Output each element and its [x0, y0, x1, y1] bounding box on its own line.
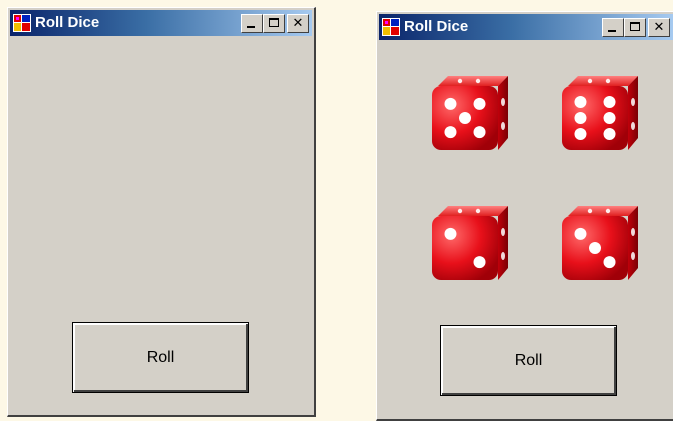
- die-image: [562, 206, 638, 280]
- roll-button[interactable]: Roll: [72, 322, 249, 393]
- die-pip: [603, 256, 616, 269]
- die-pip: [473, 126, 486, 139]
- window-title: Roll Dice: [35, 14, 100, 31]
- die-pip: [603, 96, 616, 108]
- title-bar[interactable]: Roll Dice ✕: [379, 14, 673, 40]
- minimize-icon: [247, 26, 255, 28]
- die-image: [432, 206, 508, 280]
- die-pip: [473, 256, 486, 269]
- die-pip: [574, 227, 587, 240]
- window-title: Roll Dice: [404, 18, 469, 35]
- close-icon: ✕: [653, 20, 665, 35]
- app-window-icon: [382, 18, 400, 36]
- roll-dice-window-rolled: Roll Dice ✕ Roll: [376, 11, 673, 421]
- maximize-icon: [269, 18, 279, 27]
- die-pip: [444, 227, 457, 240]
- die-pip: [459, 112, 471, 124]
- minimize-button[interactable]: [602, 18, 624, 37]
- close-icon: ✕: [292, 16, 304, 31]
- die-pip: [473, 97, 486, 110]
- die-pip: [444, 97, 457, 110]
- title-bar[interactable]: Roll Dice ✕: [10, 10, 312, 36]
- die-pip: [589, 242, 601, 254]
- die-pip: [574, 112, 587, 124]
- die-pip: [603, 128, 616, 140]
- roll-dice-window-empty: Roll Dice ✕ Roll: [7, 7, 316, 417]
- die-image: [432, 76, 508, 150]
- minimize-icon: [608, 30, 616, 32]
- maximize-button[interactable]: [624, 18, 646, 37]
- app-window-icon: [13, 14, 31, 32]
- roll-button[interactable]: Roll: [440, 325, 617, 396]
- die-image: [562, 76, 638, 150]
- minimize-button[interactable]: [241, 14, 263, 33]
- die-pip: [603, 112, 616, 124]
- close-button[interactable]: ✕: [287, 14, 309, 33]
- die-pip: [444, 126, 457, 139]
- close-button[interactable]: ✕: [648, 18, 670, 37]
- die-pip: [574, 128, 587, 140]
- die-pip: [574, 96, 587, 108]
- maximize-icon: [630, 22, 640, 31]
- maximize-button[interactable]: [263, 14, 285, 33]
